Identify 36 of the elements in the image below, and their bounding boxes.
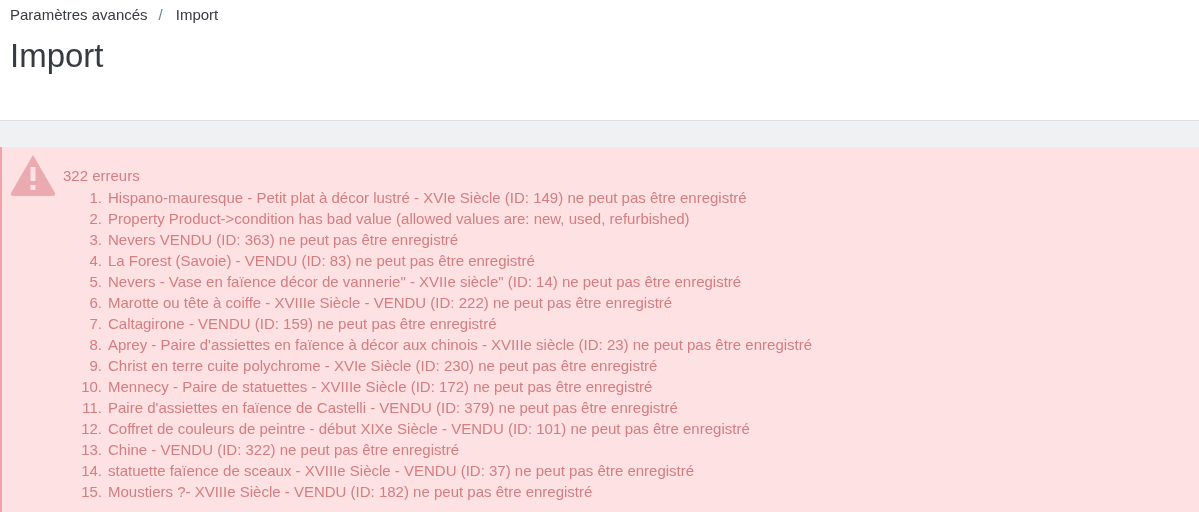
item-number: 14. xyxy=(80,461,103,481)
item-number: 6. xyxy=(88,293,103,313)
item-number: 5. xyxy=(88,272,103,292)
error-message: Mennecy - Paire de statuettes - XVIIIe Siècle (ID: 172) ne peut pas être enregistré xyxy=(108,377,653,397)
breadcrumb-link[interactable]: Paramètres avancés xyxy=(10,5,148,25)
error-count: 322 erreurs xyxy=(63,167,141,185)
item-number: 2. xyxy=(88,209,103,229)
item-number: 8. xyxy=(88,335,103,355)
breadcrumb-link[interactable]: Import xyxy=(175,5,219,25)
item-number: 9. xyxy=(88,356,103,376)
item-number: 12. xyxy=(80,419,103,439)
item-number: 13. xyxy=(80,440,103,460)
error-message: Christ en terre cuite polychrome - XVIe Siècle (ID: 230) ne peut pas être enregistré xyxy=(108,356,658,376)
error-message: Chine - VENDU (ID: 322) ne peut pas être enregistré xyxy=(108,440,459,460)
error-message: Property Product->condition has bad value (allowed values are: new, used, refurbished) xyxy=(108,209,690,229)
item-number: 11. xyxy=(81,398,103,418)
item-number: 4. xyxy=(88,251,103,271)
error-message: Aprey - Paire d'assiettes en faïence à décor aux chinois - XVIIIe siècle (ID: 23) ne peut pas être enregistré xyxy=(108,335,813,355)
error-message: Marotte ou tête à coiffe - XVIIIe Siècle - VENDU (ID: 222) ne peut pas être enregistré xyxy=(108,293,673,313)
item-number: 7. xyxy=(88,314,103,334)
warning-icon xyxy=(10,154,56,196)
page-title: Import xyxy=(10,36,105,76)
error-message: Nevers - Vase en faïence décor de vannerie" - XVIIe siècle" (ID: 14) ne peut pas être enregistré xyxy=(108,272,742,292)
error-message: Coffret de couleurs de peintre - début XIXe Siècle - VENDU (ID: 101) ne peut pas être enregistré xyxy=(108,419,750,439)
error-message: Caltagirone - VENDU (ID: 159) ne peut pas être enregistré xyxy=(108,314,497,334)
item-number: 15. xyxy=(80,482,103,502)
error-message: Hispano-mauresque - Petit plat à décor lustré - XVIe Siècle (ID: 149) ne peut pas être enregistré xyxy=(108,188,747,208)
item-number: 3. xyxy=(88,230,103,250)
error-message: Nevers VENDU (ID: 363) ne peut pas être enregistré xyxy=(108,230,459,250)
error-message: La Forest (Savoie) - VENDU (ID: 83) ne peut pas être enregistré xyxy=(108,251,535,271)
error-message: Paire d'assiettes en faïence de Castelli - VENDU (ID: 379) ne peut pas être enregistré xyxy=(108,398,678,418)
item-number: 10. xyxy=(80,377,103,397)
item-number: 1. xyxy=(88,188,103,208)
error-message: Moustiers ?- XVIIIe Siècle - VENDU (ID: 182) ne peut pas être enregistré xyxy=(108,482,593,502)
error-message: statuette faïence de sceaux - XVIIIe Siècle - VENDU (ID: 37) ne peut pas être enregistré xyxy=(108,461,695,481)
breadcrumb-separator: / xyxy=(158,5,163,25)
